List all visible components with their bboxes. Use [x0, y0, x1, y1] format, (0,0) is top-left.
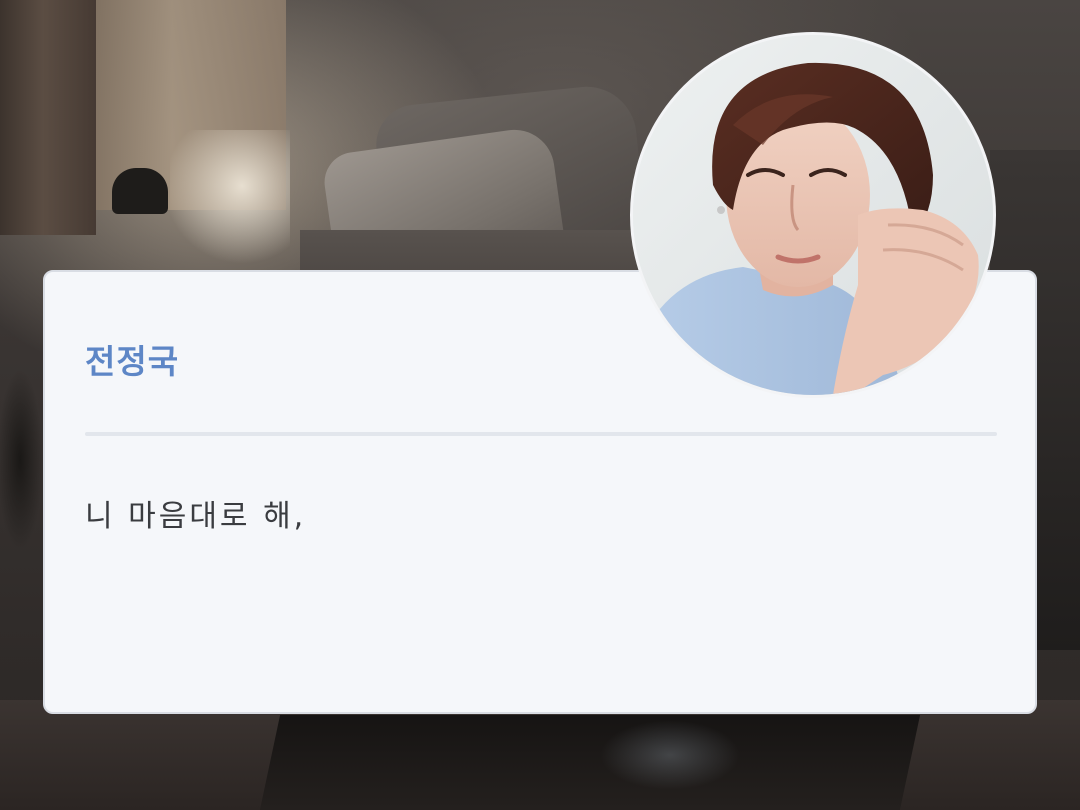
background-table-glow	[600, 720, 740, 790]
background-curtain	[0, 0, 96, 235]
status-message: 니 마음대로 해,	[85, 499, 307, 534]
background-table	[259, 715, 921, 810]
background-plant	[0, 330, 44, 590]
avatar-photo-icon	[633, 35, 993, 395]
background-lamp	[112, 168, 168, 214]
profile-name: 전정국	[85, 342, 180, 381]
background-window-glow	[170, 130, 290, 270]
profile-screen: 전정국 니 마음대로 해,	[0, 0, 1080, 810]
divider	[85, 432, 997, 436]
avatar[interactable]	[630, 32, 996, 398]
